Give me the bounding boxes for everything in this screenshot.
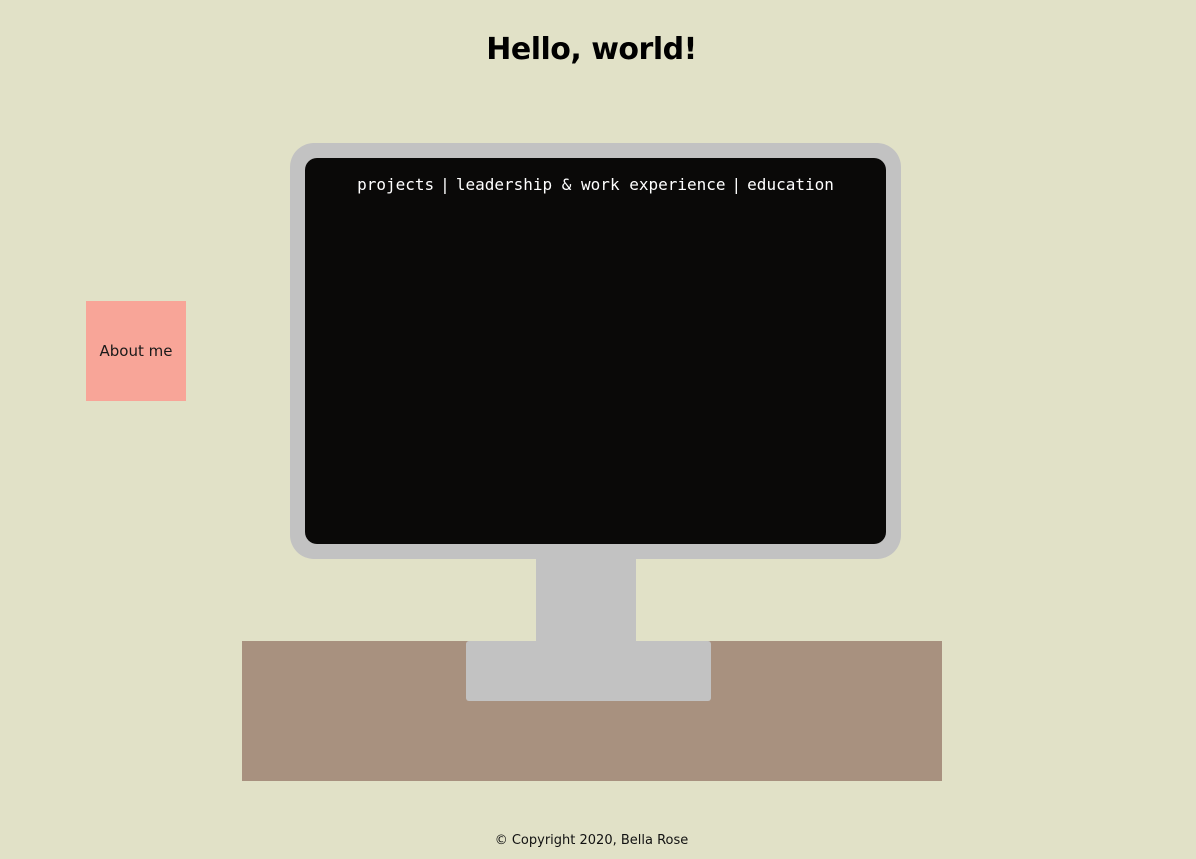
nav-link-projects[interactable]: projects (357, 175, 434, 194)
nav-separator: | (731, 175, 742, 194)
monitor-screen: projects | leadership & work experience | ed… (305, 158, 886, 544)
about-me-label: About me (99, 342, 173, 360)
nav-link-leadership-work-experience[interactable]: leadership & work experience (456, 175, 726, 194)
footer-copyright: © Copyright 2020, Bella Rose (494, 833, 689, 848)
about-me-button[interactable]: About me (86, 301, 186, 401)
nav-link-education[interactable]: education (747, 175, 834, 194)
monitor-stand-base (466, 641, 711, 701)
monitor-nav: projects | leadership & work experience | ed… (305, 174, 886, 196)
nav-separator: | (440, 175, 450, 194)
monitor-stand-neck (536, 558, 636, 642)
page-title: Hello, world! (486, 32, 697, 67)
